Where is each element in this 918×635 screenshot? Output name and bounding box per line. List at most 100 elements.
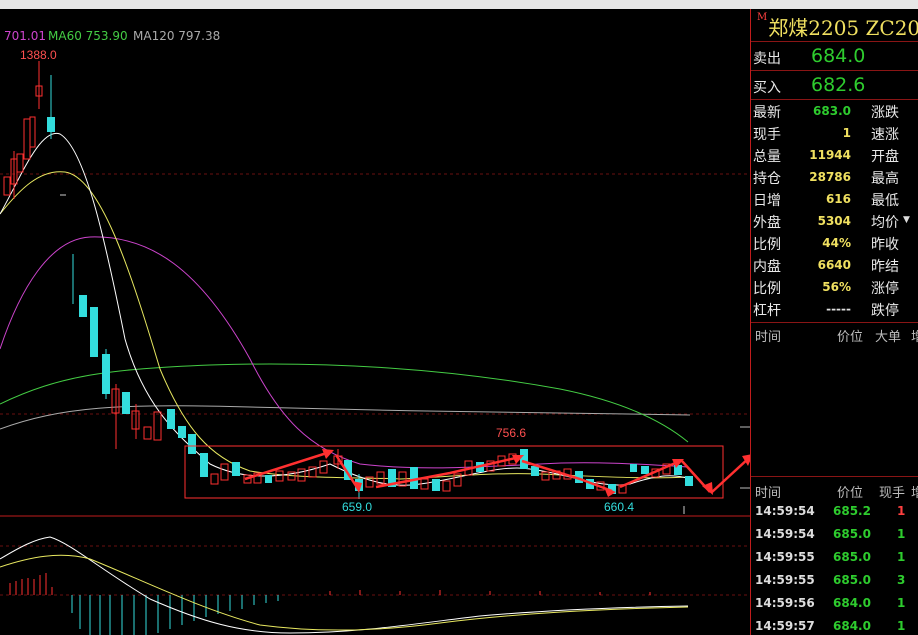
row-label-right: 最低 — [871, 193, 899, 209]
trade-time: 14:59:54 — [755, 504, 815, 518]
m-marker: M — [757, 12, 768, 23]
row-value: ----- — [826, 302, 851, 316]
row-value: 683.0 — [813, 104, 851, 118]
candle — [520, 449, 528, 469]
annotation-low2: 660.4 — [604, 500, 634, 514]
col-time: 时间 — [755, 330, 782, 345]
row-label-right: 昨收 — [871, 237, 899, 253]
window-top-strip — [0, 0, 918, 9]
candle — [297, 468, 306, 482]
row-label-right: 速涨 — [871, 127, 899, 143]
candle — [153, 411, 162, 441]
row-label: 比例 — [753, 237, 781, 253]
candle — [265, 475, 272, 483]
macd-histogram — [9, 573, 651, 635]
candle — [167, 409, 175, 429]
candle — [410, 467, 418, 489]
trade-price: 684.0 — [833, 596, 871, 610]
candle — [29, 116, 36, 148]
row-label-right: 最高 — [871, 171, 899, 187]
ma20-readout: 701.01 — [4, 29, 46, 43]
trade-price: 685.2 — [833, 504, 871, 518]
row-value: 616 — [825, 192, 851, 206]
row-label-right: 涨跌 — [871, 105, 899, 121]
row-value: 6640 — [817, 258, 851, 272]
candle — [3, 176, 11, 196]
trade-price: 685.0 — [833, 550, 871, 564]
trade-time: 14:59:55 — [755, 550, 815, 564]
kline-svg: 1388.0 659.0 756.6 660.4 — [0, 48, 750, 635]
kline-chart[interactable]: 1388.0 659.0 756.6 660.4 701.01 MA60 753… — [0, 9, 750, 635]
candle — [122, 392, 130, 414]
trade-time: 14:59:57 — [755, 619, 815, 633]
candle — [442, 480, 451, 492]
row-value: 56% — [822, 280, 851, 294]
ma60-value: MA60 753.90 — [48, 29, 128, 43]
candle — [16, 153, 24, 173]
col-vol: 现手 — [879, 486, 906, 501]
row-label-right: 开盘 — [871, 149, 899, 165]
trade-time: 14:59:56 — [755, 596, 815, 610]
ma5-line — [0, 132, 691, 486]
annotation-low1: 659.0 — [342, 500, 372, 514]
row-label: 持仓 — [753, 171, 781, 187]
ma120-value: MA120 797.38 — [133, 29, 221, 43]
row-label: 现手 — [753, 127, 781, 143]
ma10-line — [0, 171, 689, 480]
row-label: 内盘 — [753, 259, 781, 275]
candle — [90, 307, 98, 357]
candles-group — [3, 69, 693, 499]
candle — [178, 426, 186, 438]
row-label-right: 跌停 — [871, 303, 899, 319]
row-value: 44% — [822, 236, 851, 250]
candle — [432, 479, 440, 491]
trade-vol: 3 — [897, 573, 906, 587]
candle — [674, 465, 682, 475]
divider — [751, 41, 918, 42]
candle — [23, 118, 31, 160]
row-label-right: 涨停 — [871, 281, 899, 297]
row-label: 总量 — [753, 149, 781, 165]
macd-dif-line — [0, 536, 689, 634]
candle — [630, 464, 637, 472]
candle — [541, 471, 550, 481]
candle — [232, 462, 240, 476]
trade-price: 685.0 — [833, 573, 871, 587]
row-value: 1 — [842, 126, 851, 140]
ma20-line — [0, 236, 689, 469]
row-label-right: 昨结 — [871, 259, 899, 275]
row-label: 日增 — [753, 193, 781, 209]
ma120-readout: MA120 797.38 — [133, 29, 220, 43]
trade-time: 14:59:54 — [755, 527, 815, 541]
row-label: 杠杆 — [753, 303, 781, 319]
col-time: 时间 — [755, 486, 782, 501]
buy-label: 买入 — [753, 80, 781, 96]
col-big: 大单 — [875, 330, 902, 345]
row-label: 比例 — [753, 281, 781, 297]
row-value: 28786 — [809, 170, 851, 184]
trade-vol: 1 — [897, 596, 906, 610]
candle — [210, 473, 219, 485]
row-label: 外盘 — [753, 215, 781, 231]
ma120-line — [0, 405, 691, 430]
divider — [751, 99, 918, 100]
row-value: 5304 — [817, 214, 851, 228]
divider — [751, 70, 918, 71]
buy-price[interactable]: 682.6 — [811, 74, 865, 96]
trade-vol: 1 — [897, 527, 906, 541]
sell-price[interactable]: 684.0 — [811, 45, 865, 67]
candle — [47, 117, 55, 132]
annotation-high: 1388.0 — [20, 48, 57, 62]
ma20-value: 701.01 — [4, 29, 46, 43]
col-price: 价位 — [837, 330, 864, 345]
col-extra: 增 — [911, 326, 918, 345]
row-label-right: 均价 — [871, 215, 899, 231]
candle — [220, 463, 229, 481]
candle — [79, 295, 87, 317]
trade-vol: 1 — [897, 619, 906, 633]
ma60-readout: MA60 753.90 — [48, 29, 128, 43]
macd-dea-line — [0, 554, 689, 631]
annotation-peak: 756.6 — [496, 426, 526, 440]
candle — [188, 434, 196, 454]
dropdown-arrow-icon[interactable]: ▼ — [903, 215, 910, 225]
